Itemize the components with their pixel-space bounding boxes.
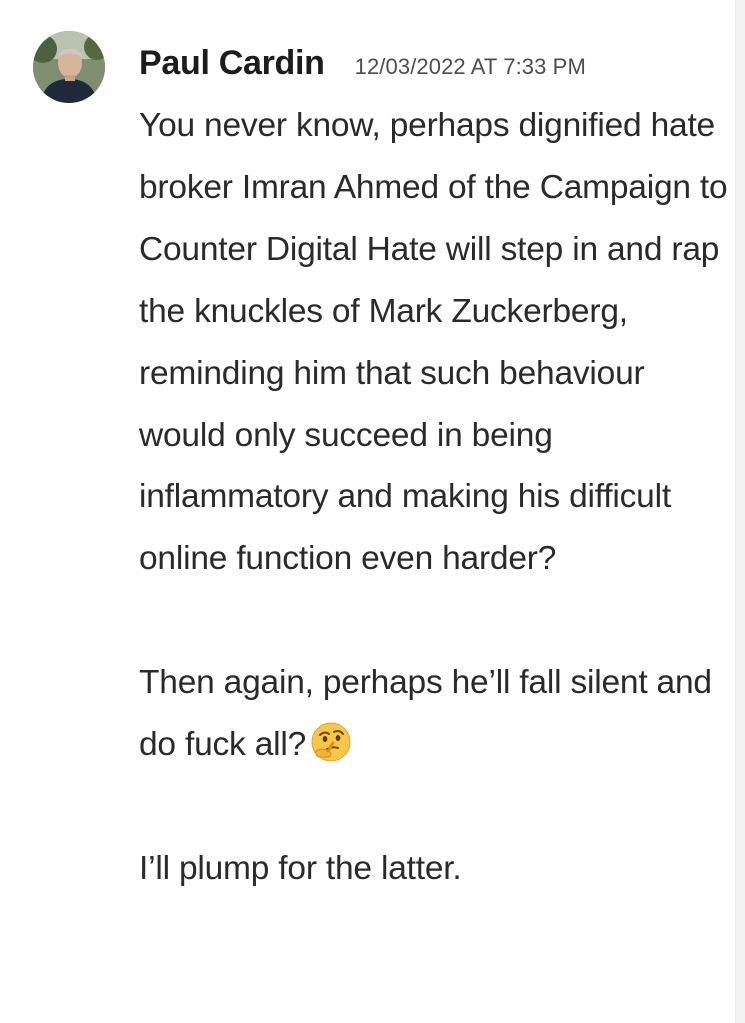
thinking-face-emoji-icon: [310, 721, 352, 763]
comment-card: Paul Cardin 12/03/2022 AT 7:33 PM You nev…: [0, 0, 735, 1023]
comment-paragraph-1: You never know, perhaps dignified hate b…: [139, 107, 728, 578]
comment-paragraph-2-text: Then again, perhaps he’ll fall silent an…: [139, 664, 712, 764]
user-photo-avatar-icon: [33, 31, 105, 103]
comment-paragraph-3: I’ll plump for the latter.: [139, 849, 462, 887]
comment-paragraph-2: Then again, perhaps he’ll fall silent an…: [139, 652, 729, 776]
comment-timestamp[interactable]: 12/03/2022 AT 7:33 PM: [355, 54, 586, 80]
scrollbar-track[interactable]: [735, 0, 745, 1023]
comment-header: Paul Cardin 12/03/2022 AT 7:33 PM: [139, 44, 586, 88]
author-name[interactable]: Paul Cardin: [139, 44, 325, 83]
comment-body: You never know, perhaps dignified hate b…: [139, 95, 729, 900]
author-avatar[interactable]: [33, 31, 105, 103]
